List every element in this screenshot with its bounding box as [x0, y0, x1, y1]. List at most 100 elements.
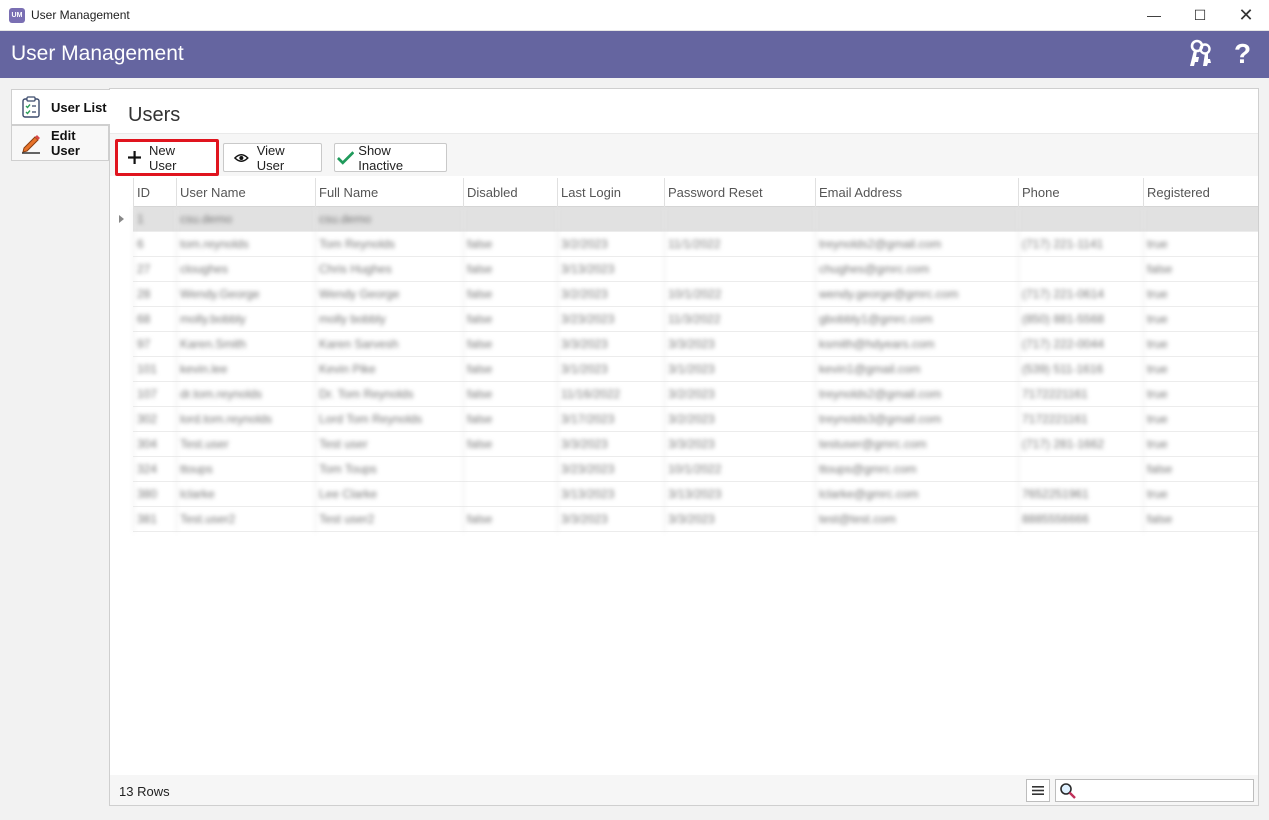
column-header[interactable]: Password Reset [664, 178, 815, 207]
table-cell: false [463, 382, 557, 407]
table-cell: gbobbly1@gmrc.com [815, 307, 1018, 332]
table-cell: true [1143, 357, 1258, 382]
table-cell: Tom Reynolds [315, 232, 463, 257]
table-cell [557, 207, 664, 232]
table-cell: 28 [133, 282, 176, 307]
table-cell: 3/3/2023 [664, 332, 815, 357]
column-header[interactable]: Registered [1143, 178, 1258, 207]
maximize-button[interactable]: ☐ [1177, 0, 1223, 31]
column-header[interactable]: Disabled [463, 178, 557, 207]
table-cell: molly.bobbly [176, 307, 315, 332]
table-row[interactable]: 107 dr.tom.reynolds Dr. Tom Reynolds false 1… [133, 382, 1258, 407]
table-cell: false [1143, 457, 1258, 482]
table-cell: ttoups [176, 457, 315, 482]
table-cell: 10/1/2022 [664, 457, 815, 482]
table-cell: Kevin Pike [315, 357, 463, 382]
table-cell: (850) 881-5568 [1018, 307, 1143, 332]
table-cell: csu.demo [315, 207, 463, 232]
table-cell: Test user2 [315, 507, 463, 532]
table-cell: Dr. Tom Reynolds [315, 382, 463, 407]
help-icon[interactable]: ? [1234, 37, 1251, 71]
table-cell: tom.reynolds [176, 232, 315, 257]
table-cell: (717) 222-0044 [1018, 332, 1143, 357]
table-cell: wendy.george@gmrc.com [815, 282, 1018, 307]
table-cell: 302 [133, 407, 176, 432]
page-title: Users [128, 104, 181, 126]
table-cell: 6 [133, 232, 176, 257]
table-cell: (717) 221-1141 [1018, 232, 1143, 257]
table-cell [1018, 457, 1143, 482]
table-cell: Test.user [176, 432, 315, 457]
table-cell: 7172221161 [1018, 382, 1143, 407]
table-cell: 3/1/2023 [557, 357, 664, 382]
table-cell: Test user [315, 432, 463, 457]
window-titlebar: UM User Management — ☐ ✕ [0, 0, 1269, 31]
table-cell [815, 207, 1018, 232]
column-header[interactable]: User Name [176, 178, 315, 207]
search-input[interactable] [1055, 779, 1254, 802]
table-cell: testuser@gmrc.com [815, 432, 1018, 457]
grid-footer: 13 Rows [110, 775, 1258, 805]
table-cell: Test.user2 [176, 507, 315, 532]
keys-icon[interactable] [1186, 39, 1214, 69]
table-cell: false [1143, 257, 1258, 282]
table-row[interactable]: 27 cloughes Chris Hughes false 3/13/2023 chug… [133, 257, 1258, 282]
table-cell: ttoups@gmrc.com [815, 457, 1018, 482]
table-cell: lord.tom.reynolds [176, 407, 315, 432]
table-cell: ksmith@hdyears.com [815, 332, 1018, 357]
table-row[interactable]: 101 kevin.lee Kevin Pike false 3/1/2023 3/1/2… [133, 357, 1258, 382]
table-cell: true [1143, 382, 1258, 407]
table-cell: treynolds3@gmail.com [815, 407, 1018, 432]
table-cell: true [1143, 407, 1258, 432]
column-header[interactable]: Email Address [815, 178, 1018, 207]
table-row[interactable]: 97 Karen.Smith Karen Sarvesh false 3/3/2023 3… [133, 332, 1258, 357]
table-cell: lclarke [176, 482, 315, 507]
table-row[interactable]: 6 tom.reynolds Tom Reynolds false 3/2/2023 11… [133, 232, 1258, 257]
new-user-button[interactable]: New User [115, 139, 219, 176]
table-row[interactable]: 304 Test.user Test user false 3/3/2023 3/3/20… [133, 432, 1258, 457]
table-cell: Karen Sarvesh [315, 332, 463, 357]
table-cell: 3/23/2023 [557, 457, 664, 482]
column-chooser-button[interactable] [1026, 779, 1050, 802]
table-row[interactable]: 302 lord.tom.reynolds Lord Tom Reynolds fal… [133, 407, 1258, 432]
close-button[interactable]: ✕ [1223, 0, 1269, 31]
users-panel: Users New User View User Show Inactive I… [109, 88, 1259, 806]
table-cell: cloughes [176, 257, 315, 282]
table-cell: (717) 221-0614 [1018, 282, 1143, 307]
table-cell: 1 [133, 207, 176, 232]
tab-user-list[interactable]: User List [11, 89, 110, 125]
table-cell: false [1143, 507, 1258, 532]
tab-edit-user[interactable]: Edit User [11, 125, 109, 161]
minimize-button[interactable]: — [1131, 0, 1177, 31]
table-cell: (539) 511-1616 [1018, 357, 1143, 382]
show-inactive-button[interactable]: Show Inactive [334, 143, 447, 173]
table-row[interactable]: 68 molly.bobbly molly bobbly false 3/23/2023… [133, 307, 1258, 332]
grid-header: ID User Name Full Name Disabled Last Login Pa… [133, 178, 1258, 207]
table-cell: molly bobbly [315, 307, 463, 332]
column-header[interactable]: ID [133, 178, 176, 207]
table-cell: false [463, 357, 557, 382]
current-row-arrow-icon [119, 215, 124, 223]
column-header[interactable]: Phone [1018, 178, 1143, 207]
table-cell: 101 [133, 357, 176, 382]
table-cell: 7652251961 [1018, 482, 1143, 507]
table-cell: 11/3/2022 [664, 307, 815, 332]
table-cell: true [1143, 282, 1258, 307]
table-cell: 3/2/2023 [664, 382, 815, 407]
table-cell: true [1143, 482, 1258, 507]
row-count: 13 Rows [119, 784, 170, 799]
table-row[interactable]: 381 Test.user2 Test user2 false 3/3/2023 3/3/… [133, 507, 1258, 532]
table-row[interactable]: 28 Wendy.George Wendy George false 3/2/2023 1… [133, 282, 1258, 307]
table-cell: Wendy.George [176, 282, 315, 307]
table-row[interactable]: 380 lclarke Lee Clarke 3/13/2023 3/13/2023 lc… [133, 482, 1258, 507]
column-header[interactable]: Last Login [557, 178, 664, 207]
table-cell: 10/1/2022 [664, 282, 815, 307]
table-row[interactable]: 1 csu.demo csu.demo [133, 207, 1258, 232]
table-cell: kevin.lee [176, 357, 315, 382]
clipboard-checklist-icon [22, 96, 40, 118]
table-cell [1143, 207, 1258, 232]
app-header: User Management ? [0, 31, 1269, 78]
view-user-button[interactable]: View User [223, 143, 322, 173]
column-header[interactable]: Full Name [315, 178, 463, 207]
table-row[interactable]: 324 ttoups Tom Toups 3/23/2023 10/1/2022 ttou… [133, 457, 1258, 482]
